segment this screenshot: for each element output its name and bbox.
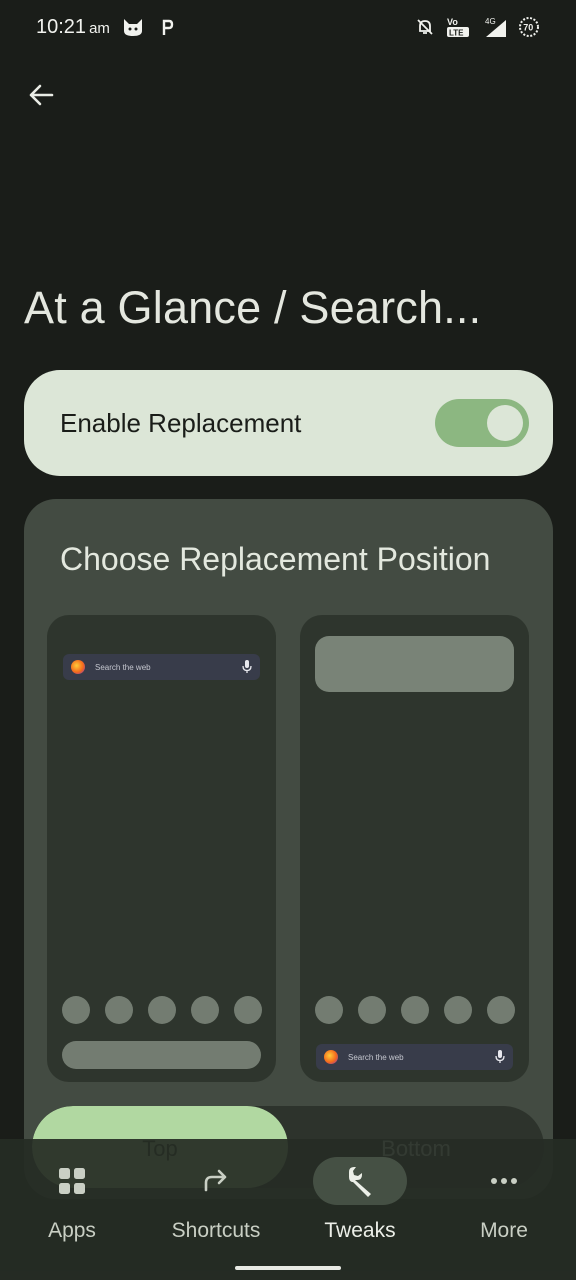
app-dot <box>444 996 472 1024</box>
preview-dock-pill <box>62 1041 261 1069</box>
nav-more-label: More <box>480 1219 528 1242</box>
nav-icon-container <box>25 1157 119 1205</box>
nav-tweaks-label: Tweaks <box>324 1219 396 1242</box>
firefox-icon <box>71 660 85 674</box>
nav-shortcuts[interactable]: Shortcuts <box>144 1157 288 1243</box>
preview-searchbar: Search the web <box>316 1044 513 1070</box>
preview-search-text: Search the web <box>348 1052 404 1062</box>
preview-top[interactable]: Search the web <box>47 615 276 1082</box>
app-dot <box>191 996 219 1024</box>
nav-shortcuts-label: Shortcuts <box>171 1219 261 1242</box>
back-button[interactable] <box>20 74 62 116</box>
app-dot <box>401 996 429 1024</box>
toggle-thumb <box>487 405 523 441</box>
svg-text:70: 70 <box>523 23 533 33</box>
svg-text:LTE: LTE <box>449 29 464 38</box>
status-time: 10:21 am <box>36 15 110 38</box>
app-dot <box>62 996 90 1024</box>
shortcut-arrow-icon <box>204 1169 227 1192</box>
nav-apps-label: Apps <box>48 1219 96 1242</box>
preview-searchbar: Search the web <box>63 654 260 680</box>
enable-replacement-row[interactable]: Enable Replacement <box>24 370 553 476</box>
app-dot <box>358 996 386 1024</box>
nav-tweaks[interactable]: Tweaks <box>288 1157 432 1243</box>
wrench-icon <box>349 1167 371 1197</box>
enable-replacement-label: Enable Replacement <box>60 407 302 438</box>
enable-replacement-toggle[interactable] <box>435 399 529 447</box>
volte-icon: Vo LTE <box>446 16 472 38</box>
app-dot <box>105 996 133 1024</box>
svg-text:4G: 4G <box>485 17 496 26</box>
firefox-icon <box>324 1050 338 1064</box>
status-bar: 10:21 am Vo LTE 4G 70 <box>0 0 576 54</box>
position-title: Choose Replacement Position <box>60 541 491 577</box>
preview-glance-block <box>315 636 514 692</box>
svg-text:Vo: Vo <box>447 17 458 27</box>
nav-apps[interactable]: Apps <box>0 1157 144 1243</box>
more-dots-icon <box>491 1178 517 1184</box>
bottom-nav: Apps Shortcuts Tweaks More <box>0 1139 576 1280</box>
battery-icon: 70 <box>518 16 540 38</box>
preview-search-text: Search the web <box>95 662 151 672</box>
nav-icon-container <box>313 1157 407 1205</box>
cat-app-icon <box>122 16 144 38</box>
bell-off-icon <box>414 16 436 38</box>
home-indicator[interactable] <box>235 1266 341 1270</box>
grid-icon <box>59 1168 85 1194</box>
signal-icon: 4G <box>482 16 508 38</box>
position-card: Choose Replacement Position Search the w… <box>24 499 553 1199</box>
preview-app-dots <box>315 996 515 1024</box>
mic-icon <box>495 1050 505 1064</box>
app-dot <box>234 996 262 1024</box>
nav-icon-container <box>457 1157 551 1205</box>
page-title: At a Glance / Search... <box>24 282 482 333</box>
app-dot <box>148 996 176 1024</box>
arrow-left-icon <box>29 84 54 106</box>
app-dot <box>487 996 515 1024</box>
preview-app-dots <box>62 996 262 1024</box>
nav-more[interactable]: More <box>432 1157 576 1243</box>
app-dot <box>315 996 343 1024</box>
notification-p-icon <box>156 16 178 38</box>
preview-bottom[interactable]: Search the web <box>300 615 529 1082</box>
nav-icon-container <box>169 1157 263 1205</box>
mic-icon <box>242 660 252 674</box>
